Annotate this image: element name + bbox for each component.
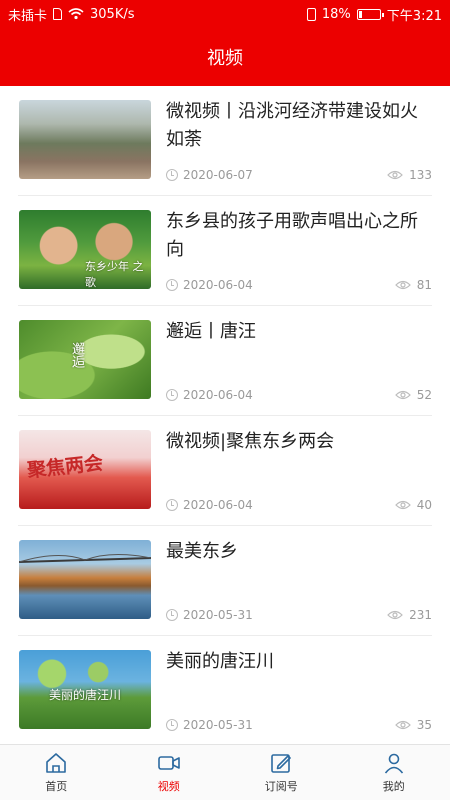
list-item[interactable]: 微视频丨沿洮河经济带建设如火如荼 2020-06-07 133 bbox=[18, 86, 432, 196]
view-count: 40 bbox=[416, 498, 432, 512]
two-sessions-banner-thumbnail[interactable]: 聚焦两会 bbox=[19, 430, 151, 509]
green-leaves-thumbnail[interactable]: 邂逅 bbox=[19, 320, 151, 399]
view-count: 231 bbox=[409, 608, 432, 622]
view-count: 52 bbox=[416, 388, 432, 402]
clock-icon bbox=[166, 279, 178, 291]
list-item[interactable]: 最美东乡 2020-05-31 231 bbox=[18, 526, 432, 636]
page-title: 视频 bbox=[207, 48, 243, 69]
tab-label: 首页 bbox=[45, 780, 68, 793]
apricot-tree-thumbnail[interactable]: 美丽的唐汪川 bbox=[19, 650, 151, 729]
thumbnail-caption: 邂逅 bbox=[69, 342, 84, 368]
clock-time: 下午3:21 bbox=[386, 8, 442, 24]
thumbnail-caption: 聚焦两会 bbox=[26, 452, 105, 482]
tab-video[interactable]: 视频 bbox=[113, 745, 226, 800]
app-header: 视频 bbox=[0, 28, 450, 86]
battery-percent: 18% bbox=[321, 6, 351, 22]
video-camera-icon bbox=[157, 756, 180, 770]
clock-icon bbox=[166, 719, 178, 731]
tab-mine[interactable]: 我的 bbox=[338, 745, 450, 800]
wifi-icon bbox=[68, 8, 84, 20]
thumbnail-caption: 东乡少年 之歌 bbox=[85, 260, 144, 289]
eye-icon bbox=[387, 610, 403, 620]
bottom-tab-bar: 首页 视频 订阅号 我的 bbox=[0, 744, 450, 800]
eye-icon bbox=[394, 280, 411, 290]
news-title[interactable]: 微视频丨沿洮河经济带建设如火如荼 bbox=[166, 98, 432, 154]
tab-label: 我的 bbox=[382, 780, 405, 793]
tab-label: 视频 bbox=[157, 780, 180, 793]
children-singing-thumbnail[interactable]: 东乡少年 之歌 bbox=[19, 210, 151, 289]
eye-icon bbox=[394, 500, 411, 510]
home-icon bbox=[46, 753, 67, 773]
tab-label: 订阅号 bbox=[264, 780, 298, 793]
news-title[interactable]: 微视频|聚焦东乡两会 bbox=[166, 428, 432, 456]
clock-icon bbox=[166, 389, 178, 401]
view-count: 81 bbox=[416, 278, 432, 292]
city-river-thumbnail[interactable] bbox=[19, 100, 151, 179]
clock-icon bbox=[166, 499, 178, 511]
tab-home[interactable]: 首页 bbox=[0, 745, 113, 800]
bridge-illustration bbox=[19, 553, 151, 563]
news-title[interactable]: 东乡县的孩子用歌声唱出心之所向 bbox=[166, 208, 432, 264]
thumbnail-caption: 美丽的唐汪川 bbox=[49, 688, 122, 702]
publish-date: 2020-06-04 bbox=[183, 498, 253, 512]
publish-date: 2020-06-07 bbox=[183, 168, 253, 182]
list-item[interactable]: 聚焦两会 微视频|聚焦东乡两会 2020-06-04 40 bbox=[18, 416, 432, 526]
person-icon bbox=[384, 753, 403, 774]
bridge-river-thumbnail[interactable] bbox=[19, 540, 151, 619]
clock-icon bbox=[166, 169, 178, 181]
carrier-text: 未插卡 bbox=[8, 8, 48, 24]
news-title[interactable]: 最美东乡 bbox=[166, 538, 432, 566]
status-bar: 未插卡 305K/s 18% 下午3:21 bbox=[0, 0, 450, 28]
publish-date: 2020-05-31 bbox=[183, 718, 253, 732]
sim-icon bbox=[53, 8, 63, 20]
clock-icon bbox=[166, 609, 178, 621]
list-item[interactable]: 邂逅 邂逅丨唐汪 2020-06-04 52 bbox=[18, 306, 432, 416]
eye-icon bbox=[394, 720, 411, 730]
battery-icon bbox=[356, 8, 384, 20]
list-item[interactable]: 美丽的唐汪川 美丽的唐汪川 2020-05-31 35 bbox=[18, 636, 432, 744]
publish-date: 2020-06-04 bbox=[183, 388, 253, 402]
vibrate-icon bbox=[306, 7, 316, 21]
list-item[interactable]: 东乡少年 之歌 东乡县的孩子用歌声唱出心之所向 2020-06-04 81 bbox=[18, 196, 432, 306]
video-list[interactable]: 微视频丨沿洮河经济带建设如火如荼 2020-06-07 133 东乡少年 之歌 … bbox=[0, 86, 450, 744]
edit-icon bbox=[271, 754, 292, 773]
news-title[interactable]: 邂逅丨唐汪 bbox=[166, 318, 432, 346]
publish-date: 2020-06-04 bbox=[183, 278, 253, 292]
eye-icon bbox=[394, 390, 411, 400]
tab-subscriptions[interactable]: 订阅号 bbox=[225, 745, 338, 800]
eye-icon bbox=[387, 170, 403, 180]
view-count: 35 bbox=[416, 718, 432, 732]
network-speed: 305K/s bbox=[90, 6, 135, 22]
news-title[interactable]: 美丽的唐汪川 bbox=[166, 648, 432, 676]
view-count: 133 bbox=[409, 168, 432, 182]
publish-date: 2020-05-31 bbox=[183, 608, 253, 622]
